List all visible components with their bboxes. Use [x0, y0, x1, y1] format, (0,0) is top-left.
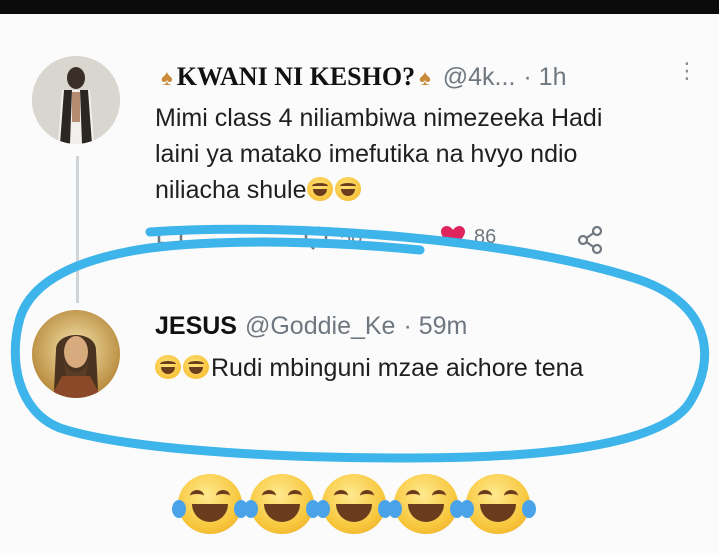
tweet-actions: 50 86: [155, 225, 625, 265]
avatar[interactable]: [32, 56, 120, 144]
avatar[interactable]: [32, 310, 120, 398]
retweet-icon: [304, 226, 328, 250]
maple-leaf-icon: ♠: [419, 65, 431, 90]
tears-of-joy-icon: [388, 474, 464, 534]
tweet-text: Rudi mbinguni mzae aichore tena: [155, 350, 583, 386]
top-bar: [0, 0, 719, 14]
grinning-emoji-icon: [306, 177, 333, 201]
tweet-text-line: Rudi mbinguni mzae aichore tena: [211, 354, 584, 382]
tears-of-joy-icon: [244, 474, 320, 534]
timestamp[interactable]: · 1h: [523, 63, 566, 92]
like-count: 86: [474, 225, 497, 248]
tears-of-joy-icon: [172, 474, 248, 534]
retweet-button[interactable]: 50: [300, 225, 362, 251]
tweet-text-line: Mimi class 4 niliambiwa nimezeeka Hadi: [155, 104, 603, 132]
tweet-text: Mimi class 4 niliambiwa nimezeeka Hadi l…: [155, 100, 602, 208]
tears-of-joy-icon: [460, 474, 536, 534]
display-name[interactable]: KWANI NI KESHO?: [177, 62, 415, 92]
retweet-count: 50: [340, 226, 363, 249]
handle[interactable]: @Goddie_Ke: [245, 312, 395, 341]
handle[interactable]: @4k...: [443, 63, 516, 92]
reaction-emojis: [172, 474, 536, 534]
timestamp[interactable]: · 59m: [403, 312, 467, 341]
maple-leaf-icon: ♠: [161, 65, 173, 90]
tears-of-joy-icon: [316, 474, 392, 534]
reply-button[interactable]: [155, 225, 185, 251]
avatar-photo: [32, 56, 120, 144]
thread-line: [76, 156, 79, 303]
display-name[interactable]: JESUS: [155, 312, 237, 341]
avatar-photo: [32, 310, 120, 398]
reply-icon: [157, 227, 183, 251]
laughing-emoji-icon: [155, 355, 181, 379]
share-button[interactable]: [575, 225, 605, 255]
like-button[interactable]: 86: [440, 225, 496, 249]
tweet-header: JESUS @Goddie_Ke · 59m: [155, 312, 467, 341]
heart-icon: [441, 226, 465, 247]
grinning-emoji-icon: [334, 177, 361, 201]
tweet-text-line: laini ya matako imefutika na hvyo ndio: [155, 140, 578, 168]
more-options-icon[interactable]: ⋮: [676, 58, 698, 84]
tweet-header: ♠ KWANI NI KESHO? ♠ @4k... · 1h: [157, 62, 566, 92]
tweet-text-line: niliacha shule: [155, 172, 602, 208]
laughing-emoji-icon: [183, 355, 209, 379]
share-icon: [577, 225, 603, 255]
